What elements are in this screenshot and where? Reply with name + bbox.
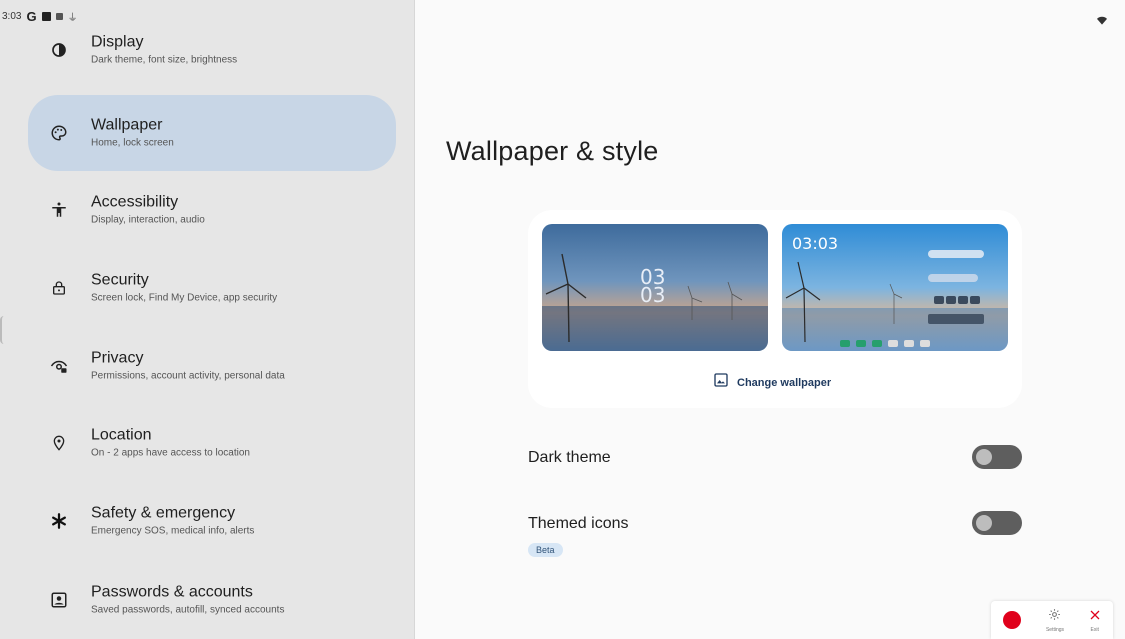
nav-item-location[interactable]: Location On - 2 apps have access to loca… — [28, 405, 396, 481]
nav-item-title: Accessibility — [91, 193, 179, 211]
nav-item-subtitle: Display, interaction, audio — [91, 214, 205, 226]
account-box-icon — [48, 589, 70, 611]
nav-item-title: Location — [91, 426, 152, 444]
nav-item-subtitle: Saved passwords, autofill, synced accoun… — [91, 604, 285, 616]
themed-icons-row[interactable]: Themed icons Beta — [528, 511, 1022, 565]
nav-item-subtitle: On - 2 apps have access to location — [91, 447, 250, 459]
accessibility-icon — [48, 199, 70, 221]
nav-item-safety-emergency[interactable]: Safety & emergency Emergency SOS, medica… — [28, 483, 396, 559]
nav-item-subtitle: Screen lock, Find My Device, app securit… — [91, 292, 278, 304]
nav-item-title: Security — [91, 271, 149, 289]
change-wallpaper-label: Change wallpaper — [737, 376, 832, 389]
wallpaper-preview-card: 03 03 03:03 Change wallpaper — [528, 210, 1022, 408]
nav-item-subtitle: Dark theme, font size, brightness — [91, 54, 238, 66]
lock-clock-minutes: 03 — [640, 283, 666, 307]
location-pin-icon — [48, 432, 70, 454]
image-icon — [713, 372, 729, 393]
close-icon — [1089, 608, 1101, 626]
recorder-exit-button[interactable]: Exit — [1089, 608, 1101, 633]
recorder-settings-button[interactable]: Settings — [1046, 608, 1064, 633]
edge-back-handle[interactable] — [0, 316, 8, 344]
nav-item-subtitle: Emergency SOS, medical info, alerts — [91, 525, 255, 537]
lock-screen-preview[interactable]: 03 03 — [542, 224, 768, 351]
nav-item-wallpaper[interactable]: Wallpaper Home, lock screen — [28, 95, 396, 171]
nav-item-title: Passwords & accounts — [91, 583, 253, 601]
home-widgets — [928, 250, 984, 330]
home-dock — [840, 340, 950, 348]
change-wallpaper-button[interactable]: Change wallpaper — [713, 372, 831, 393]
record-button[interactable] — [1003, 611, 1022, 629]
nav-item-security[interactable]: Security Screen lock, Find My Device, ap… — [28, 250, 396, 326]
main-content: Wallpaper & style 03 03 03:03 Change wal… — [416, 0, 1125, 639]
google-icon: G — [26, 9, 37, 24]
notification-icon — [41, 12, 51, 21]
notification-icon — [55, 13, 63, 20]
lock-icon — [48, 277, 70, 299]
status-time: 3:03 — [2, 11, 22, 22]
gear-icon — [1048, 608, 1061, 626]
themed-icons-toggle[interactable] — [972, 511, 1022, 535]
beta-badge: Beta — [528, 543, 563, 557]
nav-item-title: Safety & emergency — [91, 504, 236, 522]
screen-recorder-controls: Settings Exit — [991, 601, 1113, 639]
usb-icon: ⏚ — [67, 13, 78, 24]
toggle-knob — [976, 449, 992, 465]
nav-item-passwords-accounts[interactable]: Passwords & accounts Saved passwords, au… — [28, 562, 396, 638]
dark-theme-label: Dark theme — [528, 449, 611, 466]
nav-item-title: Display — [91, 33, 144, 51]
home-clock: 03:03 — [792, 234, 839, 253]
nav-item-accessibility[interactable]: Accessibility Display, interaction, audi… — [28, 172, 396, 248]
wifi-icon — [1097, 12, 1107, 30]
home-screen-preview[interactable]: 03:03 — [782, 224, 1008, 351]
nav-item-subtitle: Home, lock screen — [91, 137, 174, 149]
privacy-eye-icon — [48, 355, 70, 377]
nav-item-title: Wallpaper — [91, 116, 163, 134]
dark-theme-toggle[interactable] — [972, 445, 1022, 469]
palette-icon — [48, 122, 70, 144]
page-title: Wallpaper & style — [446, 136, 659, 166]
brightness-icon — [48, 39, 70, 61]
nav-item-title: Privacy — [91, 349, 144, 367]
nav-item-subtitle: Permissions, account activity, personal … — [91, 370, 285, 382]
toggle-knob — [976, 515, 992, 531]
lock-clock: 03 03 — [640, 267, 666, 307]
status-bar: 3:03 G ⏚ — [0, 0, 1125, 28]
recorder-settings-label: Settings — [1045, 626, 1065, 633]
dark-theme-row[interactable]: Dark theme — [528, 445, 1022, 499]
nav-item-privacy[interactable]: Privacy Permissions, account activity, p… — [28, 328, 396, 404]
settings-nav-panel: Display Dark theme, font size, brightnes… — [0, 0, 415, 639]
asterisk-icon — [48, 510, 70, 532]
settings-screen: Display Dark theme, font size, brightnes… — [0, 0, 1125, 639]
recorder-exit-label: Exit — [1090, 626, 1099, 633]
themed-icons-label: Themed icons — [528, 515, 629, 532]
